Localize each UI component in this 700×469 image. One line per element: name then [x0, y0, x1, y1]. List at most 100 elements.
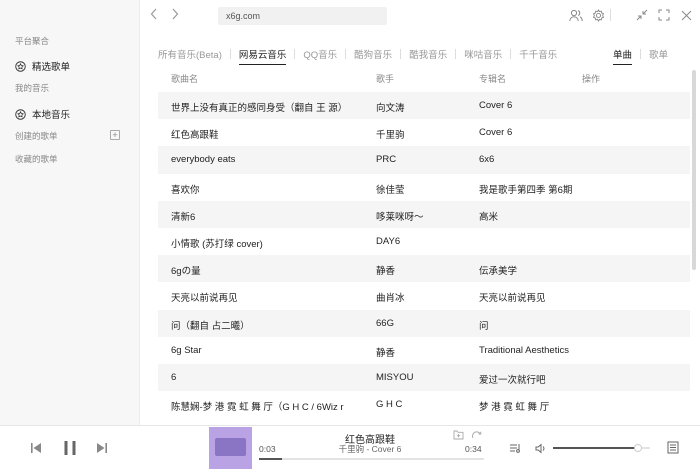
song-album: 6x6: [479, 154, 495, 166]
song-title: 6: [171, 371, 177, 383]
minimize-icon[interactable]: [635, 8, 649, 22]
volume-handle[interactable]: [634, 444, 643, 452]
table-row[interactable]: 6 MISYOU 爱过一次就行吧: [158, 363, 690, 392]
song-title: everybody eats: [171, 154, 236, 166]
table-row[interactable]: 天亮以前说再见 曲肖冰 天亮以前说再见: [158, 282, 690, 309]
current-time: 0:03: [259, 444, 276, 454]
song-artist: PRC: [376, 154, 397, 166]
sidebar-item-selected-playlists[interactable]: 精选歌单: [15, 59, 70, 73]
table-row[interactable]: 红色高跟鞋 千里驹 Cover 6: [158, 119, 690, 146]
divider: [640, 49, 642, 59]
song-artist: 千里驹: [376, 130, 405, 142]
sidebar-item-label: 本地音乐: [32, 110, 71, 121]
song-artist: 静香: [376, 347, 396, 359]
table-row[interactable]: 问（翻自 占二曦） 66G 问: [158, 309, 690, 337]
song-album: 爱过一次就行吧: [479, 374, 546, 386]
song-title: 红色高跟鞋: [171, 130, 219, 142]
user-icon[interactable]: [569, 8, 583, 22]
song-title: 天亮以前说再见: [171, 293, 238, 305]
song-artist: DAY6: [376, 235, 401, 247]
tab-migu[interactable]: 咪咕音乐: [464, 47, 502, 61]
volume-fill: [553, 447, 639, 449]
table-row[interactable]: 小情歌 (苏打绿 cover) DAY6: [158, 228, 690, 255]
song-album: 我是歌手第四季 第6期: [479, 184, 573, 196]
back-icon[interactable]: [150, 8, 158, 22]
tab-qq[interactable]: QQ音乐: [303, 47, 337, 61]
close-icon[interactable]: [679, 8, 693, 22]
album-cover[interactable]: [209, 427, 252, 469]
type-tabs: 单曲 歌单: [613, 46, 668, 65]
song-title: 问（翻自 占二曦）: [171, 320, 250, 332]
favorited-playlists-label[interactable]: 收藏的歌单: [15, 153, 58, 165]
song-album: 问: [479, 320, 489, 332]
source-tabs: 所有音乐(Beta) 网易云音乐 QQ音乐 酷狗音乐 酷我音乐 咪咕音乐 千千音…: [158, 46, 557, 65]
table-row[interactable]: 世界上没有真正的感同身受（翻自 王 源） 向文涛 Cover 6: [158, 92, 690, 120]
fullscreen-icon[interactable]: [657, 8, 671, 22]
duration: 0:34: [465, 444, 482, 454]
song-artist: MISYOU: [376, 371, 414, 383]
tab-all-music[interactable]: 所有音乐(Beta): [158, 47, 222, 61]
playlist-icon[interactable]: [509, 443, 521, 454]
volume-slider[interactable]: [553, 444, 650, 452]
next-icon[interactable]: [96, 442, 108, 454]
song-title: 世界上没有真正的感同身受（翻自 王 源）: [171, 103, 348, 114]
section-my-music: 我的音乐: [15, 83, 50, 93]
table-row[interactable]: 陈慧娴-梦 港 霓 虹 舞 厅（G H C / 6Wiz r G H C 梦 港 霓…: [158, 391, 690, 418]
song-album: Cover 6: [479, 127, 513, 139]
divider: [400, 49, 402, 59]
song-album: 伝承美学: [479, 266, 518, 278]
tab-kuwo[interactable]: 酷我音乐: [409, 47, 447, 61]
url-field[interactable]: x6g.com: [218, 7, 387, 25]
song-title: 清新6: [171, 211, 196, 223]
table-row[interactable]: 喜欢你 徐佳莹 我是歌手第四季 第6期: [158, 174, 690, 201]
table-row[interactable]: everybody eats PRC 6x6: [158, 146, 690, 174]
table-row[interactable]: 6g Star 静香 Traditional Aesthetics: [158, 337, 690, 364]
top-bar: x6g.com: [140, 0, 700, 32]
song-title: 6g Star: [171, 344, 202, 356]
add-playlist-button[interactable]: +: [110, 130, 120, 140]
song-album: Traditional Aesthetics: [479, 344, 569, 356]
scrollbar[interactable]: [692, 70, 696, 270]
album-cover-art: [215, 438, 246, 456]
song-title: 6gの量: [171, 266, 201, 278]
section-platform: 平台聚合: [15, 36, 50, 46]
created-playlists-label[interactable]: 创建的歌单: [15, 130, 58, 142]
progress-bar[interactable]: [259, 458, 484, 460]
volume-icon[interactable]: [535, 443, 547, 454]
now-playing-subtitle: 千里驹 - Cover 6: [338, 444, 402, 454]
lyrics-icon[interactable]: [667, 441, 679, 454]
song-title: 小情歌 (苏打绿 cover): [171, 238, 263, 250]
tab-netease[interactable]: 网易云音乐: [238, 47, 286, 65]
tab-kugou[interactable]: 酷狗音乐: [354, 47, 392, 61]
previous-icon[interactable]: [30, 442, 42, 454]
song-title: 陈慧娴-梦 港 霓 虹 舞 厅（G H C / 6Wiz r: [171, 402, 344, 414]
tab-songs[interactable]: 单曲: [613, 47, 633, 65]
divider: [345, 49, 347, 59]
divider: [294, 49, 296, 59]
tab-playlists[interactable]: 歌单: [649, 47, 668, 61]
header-album: 专辑名: [479, 74, 507, 84]
table-row[interactable]: 清新6 哆莱咪呀～ 高米: [158, 200, 690, 228]
song-list: 世界上没有真正的感同身受（翻自 王 源） 向文涛 Cover 6 红色高跟鞋 千里驹 Co…: [158, 92, 690, 425]
header-artist: 歌手: [376, 74, 395, 84]
sidebar-item-local-music[interactable]: 本地音乐: [15, 107, 70, 121]
gear-icon[interactable]: [591, 8, 605, 22]
tab-qianqian[interactable]: 千千音乐: [519, 47, 557, 61]
forward-icon[interactable]: [171, 8, 179, 22]
sidebar: 平台聚合 精选歌单 我的音乐 本地音乐 创建的歌单 + 收藏的歌单: [0, 0, 140, 425]
song-artist: 静香: [376, 266, 396, 278]
add-to-playlist-icon[interactable]: [453, 430, 464, 440]
song-album: Cover 6: [479, 100, 513, 111]
loop-icon[interactable]: [471, 430, 482, 441]
table-row[interactable]: 6gの量 静香 伝承美学: [158, 255, 690, 283]
song-album: 梦 港 霓 虹 舞 厅: [479, 402, 550, 414]
progress-fill: [259, 458, 282, 460]
song-artist: 向文涛: [376, 103, 405, 114]
pause-icon[interactable]: [63, 440, 77, 456]
divider: [229, 49, 231, 59]
divider: [455, 49, 457, 59]
song-artist: 曲肖冰: [376, 293, 405, 305]
table-header: 歌曲名 歌手 专辑名 操作: [158, 72, 690, 88]
song-artist: 徐佳莹: [376, 184, 405, 196]
header-action: 操作: [582, 74, 601, 84]
